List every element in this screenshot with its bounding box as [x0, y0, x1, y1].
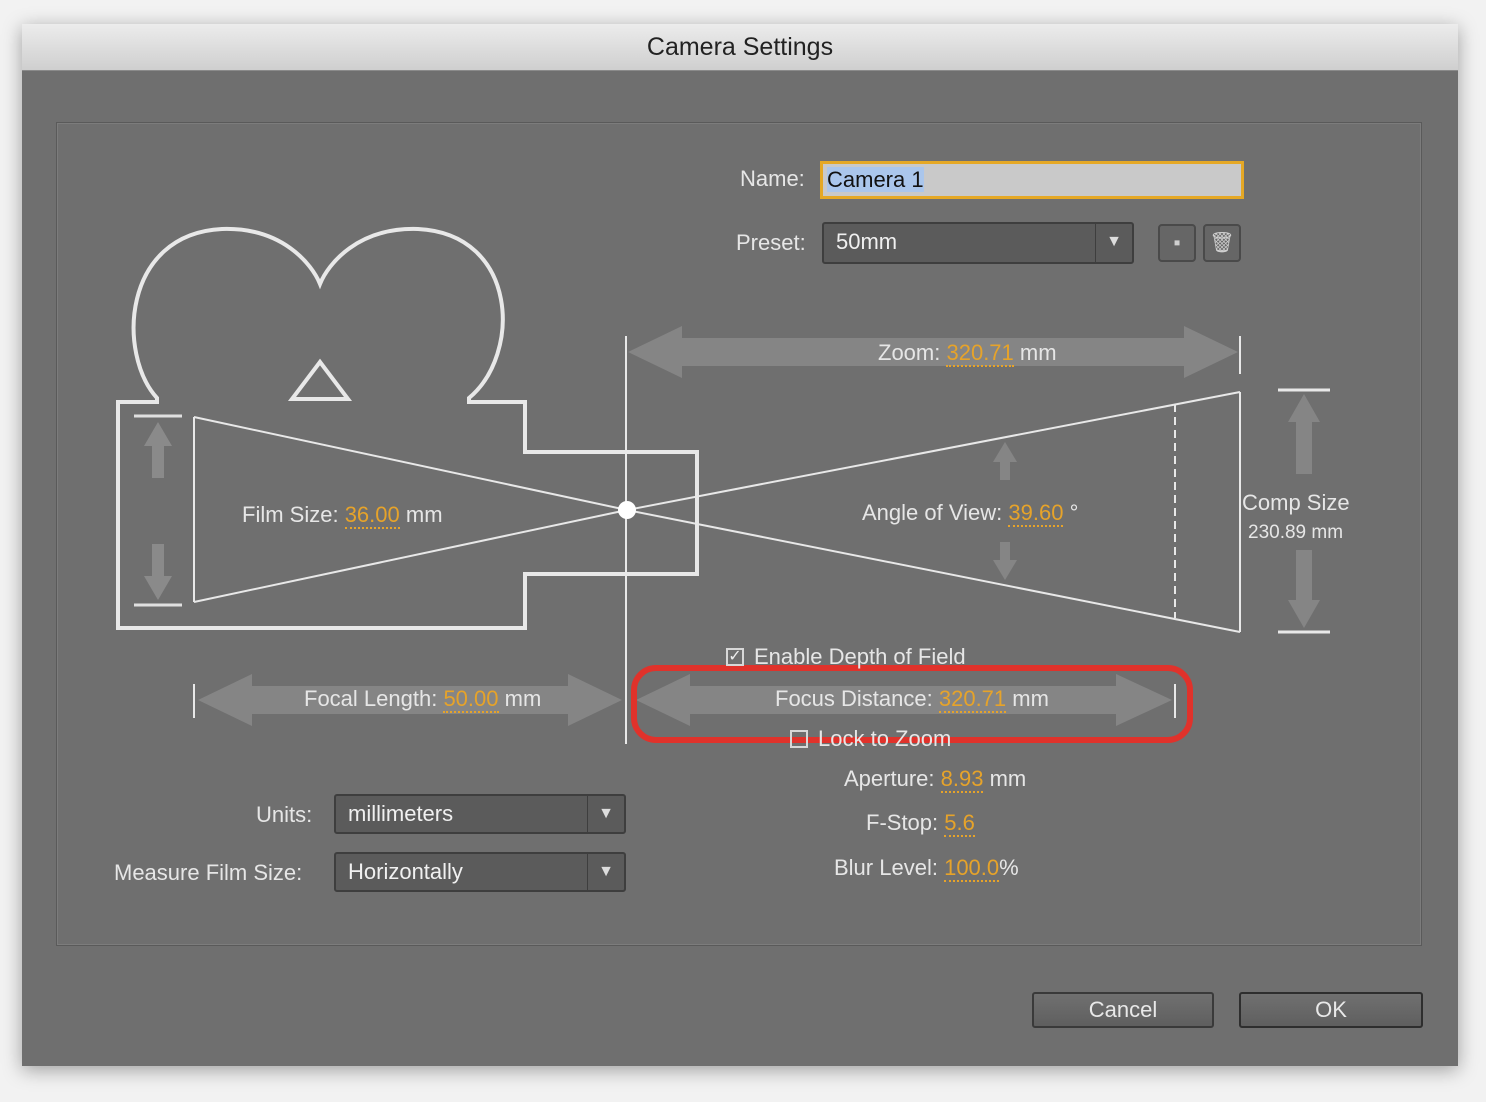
lock-to-zoom-checkbox[interactable]	[790, 730, 808, 748]
camera-outline-icon	[116, 226, 699, 630]
aperture-value[interactable]: 8.93	[940, 766, 984, 793]
lock-to-zoom-label: Lock to Zoom	[818, 726, 952, 751]
comp-up-arrow-icon	[1288, 394, 1320, 474]
trash-icon: 🗑	[1209, 232, 1235, 254]
camera-settings-dialog: Camera Settings Name: Camera 1 Preset: 5…	[22, 24, 1458, 1066]
focal-length-readout: Focal Length: 50.00 mm	[304, 686, 542, 713]
zoom-readout: Zoom: 320.71 mm	[878, 340, 1057, 367]
focus-distance-readout: Focus Distance: 320.71 mm	[775, 686, 1049, 713]
angle-of-view-value[interactable]: 39.60	[1008, 500, 1064, 527]
save-preset-button[interactable]: ▪	[1158, 224, 1196, 262]
depth-of-field-checkbox[interactable]: ✓	[726, 648, 744, 666]
film-size-readout: Film Size: 36.00 mm	[242, 502, 443, 529]
measure-film-label: Measure Film Size:	[114, 860, 303, 885]
units-label: Units:	[256, 802, 313, 827]
comp-down-arrow-icon	[1288, 550, 1320, 628]
preset-label: Preset:	[736, 230, 806, 255]
film-size-value[interactable]: 36.00	[344, 502, 400, 529]
cancel-button[interactable]: Cancel	[1032, 992, 1214, 1028]
comp-size-label: Comp Size	[1242, 490, 1350, 515]
blur-level-value[interactable]: 100.0	[944, 855, 1000, 882]
focal-length-value[interactable]: 50.00	[443, 686, 499, 713]
name-input[interactable]: Camera 1	[820, 161, 1244, 199]
zoom-value[interactable]: 320.71	[946, 340, 1014, 367]
aperture-readout: Aperture: 8.93 mm	[844, 766, 1027, 793]
preset-dropdown[interactable]: 50mm ▼	[822, 222, 1134, 264]
chevron-down-icon: ▼	[1095, 224, 1132, 262]
angle-up-arrow-icon	[993, 442, 1017, 480]
delete-preset-button[interactable]: 🗑	[1203, 224, 1241, 262]
fstop-value[interactable]: 5.6	[944, 810, 975, 837]
save-icon: ▪	[1173, 232, 1181, 254]
fstop-readout: F-Stop: 5.6	[866, 810, 975, 837]
chevron-down-icon: ▼	[587, 796, 624, 832]
lens-point	[618, 501, 636, 519]
depth-of-field-label: Enable Depth of Field	[754, 644, 966, 669]
angle-of-view-readout: Angle of View: 39.60 °	[862, 500, 1079, 527]
angle-down-arrow-icon	[993, 542, 1017, 580]
measure-film-dropdown[interactable]: Horizontally ▼	[334, 852, 626, 892]
focus-distance-value[interactable]: 320.71	[938, 686, 1007, 713]
blur-level-readout: Blur Level: 100.0%	[834, 855, 1019, 882]
comp-size-value: 230.89 mm	[1248, 522, 1344, 543]
units-dropdown[interactable]: millimeters ▼	[334, 794, 626, 834]
ok-button[interactable]: OK	[1239, 992, 1423, 1028]
chevron-down-icon: ▼	[587, 854, 624, 890]
name-label: Name:	[740, 166, 805, 191]
film-size-arrow-icon	[134, 414, 182, 607]
